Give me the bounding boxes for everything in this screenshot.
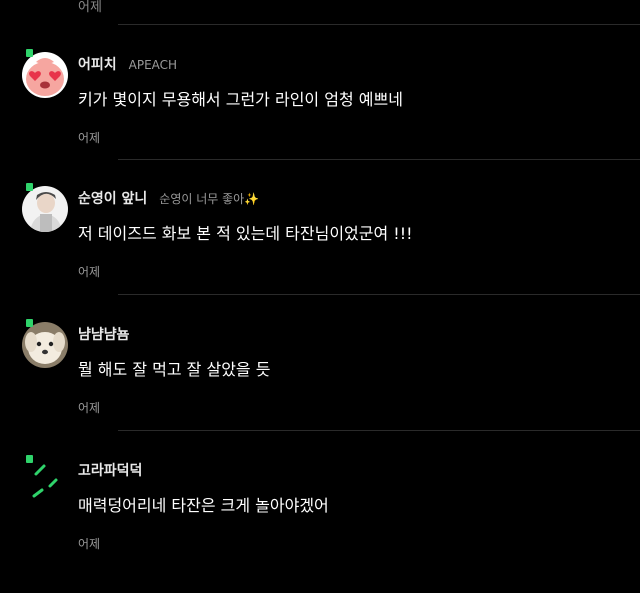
- comment-time: 어제: [78, 131, 101, 145]
- comment-time: 어제: [78, 265, 101, 279]
- comment-item: 순영이 앞니 순영이 너무 좋아✨ 저 데이즈드 화보 본 적 있는데 타잔님이…: [0, 183, 640, 321]
- previous-comment-time: 어제: [78, 0, 102, 15]
- author-name[interactable]: 냠냠냠뇸: [78, 324, 130, 344]
- divider: [118, 159, 640, 160]
- comment-header: 냠냠냠뇸: [78, 324, 130, 344]
- badge-icon: [26, 455, 33, 463]
- author-name[interactable]: 순영이 앞니: [78, 188, 147, 208]
- author-tag: APEACH: [128, 58, 178, 72]
- comment-header: 순영이 앞니 순영이 너무 좋아✨: [78, 188, 259, 208]
- comment-header: 어피치 APEACH: [78, 54, 177, 74]
- author-tag: 순영이 너무 좋아✨: [159, 192, 260, 206]
- comment-time: 어제: [78, 401, 101, 415]
- divider: [118, 430, 640, 431]
- author-name[interactable]: 어피치: [78, 54, 117, 74]
- badge-icon: [26, 49, 33, 57]
- badge-icon: [26, 183, 33, 191]
- comment-item: 고라파덕덕 매력덩어리네 타잔은 크게 놀아야겠어 어제: [0, 455, 640, 593]
- divider: [118, 294, 640, 295]
- divider: [118, 24, 640, 25]
- comment-item: 어피치 APEACH 키가 몇이지 무용해서 그런가 라인이 엄청 예쁘네 어제: [0, 49, 640, 187]
- comment-item: 냠냠냠뇸 뭘 해도 잘 먹고 잘 살았을 듯 어제: [0, 319, 640, 457]
- apeach-heart-eyes-icon[interactable]: [22, 52, 68, 98]
- comment-text: 저 데이즈드 화보 본 적 있는데 타잔님이었군여 !!!: [78, 224, 413, 243]
- dog-photo-icon[interactable]: [22, 322, 68, 368]
- comment-text: 뭘 해도 잘 먹고 잘 살았을 듯: [78, 360, 271, 379]
- person-photo-icon[interactable]: [22, 186, 68, 232]
- comment-header: 고라파덕덕: [78, 460, 142, 480]
- comment-time: 어제: [78, 537, 101, 551]
- author-name[interactable]: 고라파덕덕: [78, 460, 142, 480]
- comment-text: 매력덩어리네 타잔은 크게 놀아야겠어: [78, 496, 329, 515]
- green-sparkle-icon[interactable]: [22, 458, 68, 504]
- comment-text: 키가 몇이지 무용해서 그런가 라인이 엄청 예쁘네: [78, 90, 403, 109]
- badge-icon: [26, 319, 33, 327]
